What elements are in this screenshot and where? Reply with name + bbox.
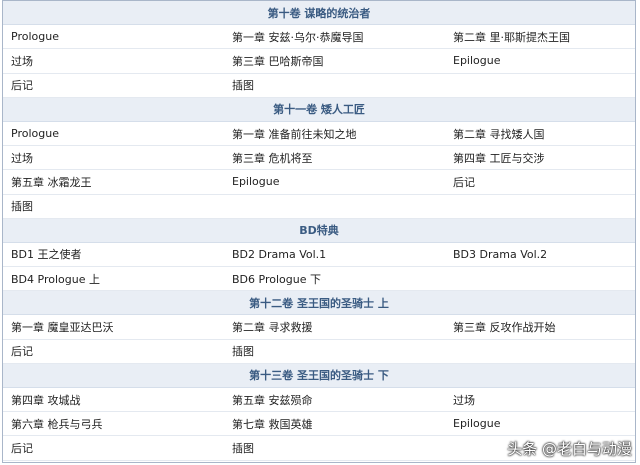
chapter-link[interactable]: 后记	[11, 436, 33, 459]
table-row: 过场 第三章 巴哈斯帝国 Epilogue	[3, 49, 635, 74]
chapter-link[interactable]: 插图	[11, 195, 33, 218]
table-row: 插图	[3, 195, 635, 219]
watermark: 头条 @老白与动漫	[507, 438, 632, 459]
chapter-link[interactable]: 第七章 救国英雄	[232, 412, 313, 435]
chapter-link[interactable]: 第六章 枪兵与弓兵	[11, 412, 103, 435]
chapter-link[interactable]: 第三章 反攻作战开始	[453, 315, 556, 338]
watermark-text: 头条 @老白与动漫	[507, 440, 632, 458]
section-header: 第十卷 谋略的统治者	[3, 1, 635, 26]
chapter-link[interactable]: 第二章 寻找矮人国	[453, 122, 545, 145]
chapter-link[interactable]: 第二章 里·耶斯提杰王国	[453, 25, 570, 48]
chapter-link[interactable]: Epilogue	[453, 412, 501, 435]
chapter-link[interactable]: 第一章 安兹·乌尔·恭魔导国	[232, 25, 364, 48]
chapter-link[interactable]: 后记	[11, 74, 33, 97]
table-row: 第六章 枪兵与弓兵 第七章 救国英雄 Epilogue	[3, 412, 635, 437]
chapter-link[interactable]: 第三章 危机将至	[232, 146, 313, 169]
chapter-link[interactable]: 第一章 准备前往未知之地	[232, 122, 357, 145]
chapter-link[interactable]: 过场	[453, 388, 475, 411]
section-header: 第十三卷 圣王国的圣骑士 下	[3, 363, 635, 388]
chapter-link[interactable]: 第五章 冰霜龙王	[11, 170, 92, 193]
chapter-link[interactable]: 第四章 攻城战	[11, 388, 81, 411]
chapter-link[interactable]: 插图	[232, 74, 254, 97]
chapter-link[interactable]: BD1 王之使者	[11, 243, 82, 266]
chapter-link[interactable]: Prologue	[11, 25, 59, 48]
table-row: Prologue 第一章 准备前往未知之地 第二章 寻找矮人国	[3, 122, 635, 147]
section-header: 第十一卷 矮人工匠	[3, 97, 635, 122]
table-row: BD1 王之使者 BD2 Drama Vol.1 BD3 Drama Vol.2	[3, 243, 635, 268]
table-row: 第一章 魔皇亚达巴沃 第二章 寻求救援 第三章 反攻作战开始	[3, 315, 635, 340]
table-row: 后记 插图	[3, 340, 635, 364]
chapter-link[interactable]: BD6 Prologue 下	[232, 267, 321, 290]
chapter-link[interactable]: 第四章 工匠与交涉	[453, 146, 545, 169]
chapter-link[interactable]: 第五章 安兹殒命	[232, 388, 313, 411]
chapter-link[interactable]: BD4 Prologue 上	[11, 267, 100, 290]
chapter-link[interactable]: 过场	[11, 49, 33, 72]
table-row: Prologue 第一章 安兹·乌尔·恭魔导国 第二章 里·耶斯提杰王国	[3, 25, 635, 50]
table-row: 第四章 攻城战 第五章 安兹殒命 过场	[3, 388, 635, 413]
chapter-link[interactable]: 后记	[453, 170, 475, 193]
chapter-link[interactable]: 第三章 巴哈斯帝国	[232, 49, 324, 72]
section-header: BD特典	[3, 218, 635, 243]
chapter-link[interactable]: 第一章 魔皇亚达巴沃	[11, 315, 114, 338]
chapter-link[interactable]: 插图	[232, 436, 254, 459]
chapter-link[interactable]: Prologue	[11, 122, 59, 145]
chapter-link[interactable]: 过场	[11, 146, 33, 169]
section-header: 第十二卷 圣王国的圣骑士 上	[3, 291, 635, 316]
chapter-table: 第十卷 谋略的统治者 Prologue 第一章 安兹·乌尔·恭魔导国 第二章 里·耶斯…	[2, 0, 636, 463]
chapter-link[interactable]: Epilogue	[453, 49, 501, 72]
chapter-link[interactable]: BD2 Drama Vol.1	[232, 243, 326, 266]
table-row: 第五章 冰霜龙王 Epilogue 后记	[3, 170, 635, 195]
chapter-link[interactable]: 第二章 寻求救援	[232, 315, 313, 338]
chapter-link[interactable]: 插图	[232, 340, 254, 363]
table-row: 过场 第三章 危机将至 第四章 工匠与交涉	[3, 146, 635, 171]
table-row: BD4 Prologue 上 BD6 Prologue 下	[3, 267, 635, 292]
chapter-link[interactable]: BD3 Drama Vol.2	[453, 243, 547, 266]
chapter-link[interactable]: Epilogue	[232, 170, 280, 193]
table-row: 后记 插图	[3, 74, 635, 98]
chapter-link[interactable]: 后记	[11, 340, 33, 363]
